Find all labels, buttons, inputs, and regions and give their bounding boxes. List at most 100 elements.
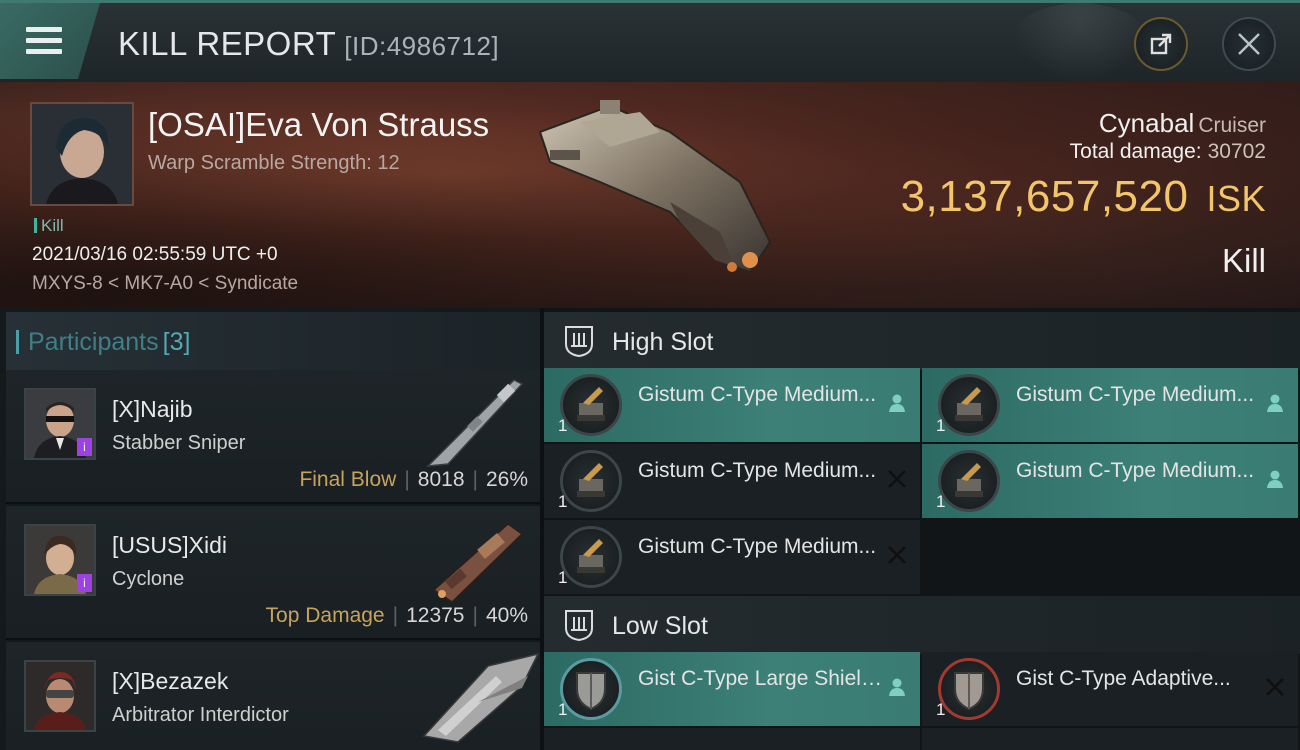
faction-badge-icon: i [77,574,92,592]
total-damage-label: Total damage: [1069,140,1202,163]
participant-stats: Top Damage | 12375 | 40% [266,604,528,628]
destroyed-icon [888,546,906,564]
participant-ship: Stabber Sniper [112,432,246,454]
participant-row[interactable]: i [X]Najib Stabber Sniper Final Blow | 801… [6,370,540,504]
victim-ship-icon [538,100,772,274]
module-slot[interactable]: 1 Gistum C-Type Medium... [544,444,920,518]
participants-title: Participants [3] [15,328,191,357]
participant-row[interactable]: [X]Bezazek Arbitrator Interdictor [6,642,540,750]
title-text: KILL REPORT [118,25,337,62]
victim-name: [OSAI]Eva Von Strauss [148,106,490,143]
participant-name: [X]Bezazek [112,668,229,694]
participant-stats: Final Blow | 8018 | 26% [299,468,528,492]
divider: | [472,604,478,627]
menu-button[interactable] [0,3,100,79]
high-slot-label: High Slot [612,328,714,356]
avatar[interactable] [24,660,96,732]
kill-location: MXYS-8 < MK7-A0 < Syndicate [32,273,299,294]
module-name: Gistum C-Type Medium... [1016,459,1255,482]
shield-module-icon [560,658,622,720]
ship-name: Cynabal [1098,108,1195,138]
participant-percent: 40% [485,604,528,627]
final-blow-tag: Final Blow [299,468,397,491]
module-slot[interactable]: 1 Gistum C-Type Medium... [922,444,1298,518]
module-slot[interactable] [544,728,920,750]
fitting-panel: High Slot 1 Gistum C-Type Medium... 1 Gi… [544,308,1300,750]
divider: | [472,468,478,491]
ship-icon [422,652,540,743]
high-slot-header: High Slot [544,312,1300,370]
isk-unit: ISK [1206,178,1266,219]
destroyed-icon [1266,678,1284,696]
avatar[interactable]: i [24,524,96,596]
module-slot[interactable]: 1 Gist C-Type Large Shield... [544,652,920,726]
module-slot[interactable]: 1 Gistum C-Type Medium... [544,520,920,594]
adaptive-module-icon [938,658,1000,720]
isk-value: 3,137,657,520 ISK [901,172,1266,222]
turret-module-icon [560,450,622,512]
module-quantity: 1 [936,700,946,719]
module-name: Gistum C-Type Medium... [638,383,877,406]
user-icon [889,394,905,412]
module-quantity: 1 [558,416,568,435]
low-slot-label: Low Slot [612,612,708,640]
ship-class: Cruiser [1198,114,1266,137]
module-name: Gist C-Type Adaptive... [1016,667,1231,690]
divider: | [392,604,399,627]
module-slot[interactable]: 1 Gistum C-Type Medium... [544,368,920,442]
result-label: Kill [1221,242,1266,279]
kill-tag: Kill [34,216,64,236]
participant-row[interactable]: i [USUS]Xidi Cyclone Top Damage | 12375 | 40… [6,506,540,640]
faction-badge-icon: i [77,438,92,456]
module-name: Gistum C-Type Medium... [1016,383,1255,406]
high-slot-icon [565,326,593,358]
module-slot[interactable]: 1 Gist C-Type Adaptive... [922,652,1298,726]
module-quantity: 1 [936,416,946,435]
low-slot-icon [565,610,593,642]
close-icon [1238,33,1260,55]
module-slot[interactable] [922,728,1298,750]
destroyed-icon [888,470,906,488]
participants-panel: Participants [3] i [X]Najib Stabber Snipe… [0,308,540,750]
module-quantity: 1 [558,492,568,511]
participant-name: [USUS]Xidi [112,532,228,558]
module-quantity: 1 [558,568,568,587]
participant-ship: Cyclone [112,568,185,590]
share-icon [1150,33,1172,55]
module-quantity: 1 [558,700,568,719]
module-slot[interactable]: 1 Gistum C-Type Medium... [922,368,1298,442]
avatar[interactable]: i [24,388,96,460]
low-slot-header: Low Slot [544,596,1300,654]
participant-damage: 12375 [406,604,465,627]
victim-portrait[interactable] [30,102,134,206]
participant-ship: Arbitrator Interdictor [112,704,289,726]
turret-module-icon [560,374,622,436]
ship-icon [425,379,524,467]
top-damage-tag: Top Damage [265,604,385,627]
participant-damage: 8018 [417,468,465,491]
turret-module-icon [560,526,622,588]
share-button[interactable] [1134,17,1188,71]
isk-amount: 3,137,657,520 [900,172,1189,221]
module-name: Gistum C-Type Medium... [638,535,877,558]
victim-ship: Cynabal Cruiser [1099,108,1266,139]
module-quantity: 1 [936,492,946,511]
module-name: Gistum C-Type Medium... [638,459,877,482]
user-icon [889,678,905,696]
participant-percent: 26% [485,468,528,491]
page-title: KILL REPORT [ID:4986712] [118,25,499,63]
divider: | [404,468,410,491]
pilot-portrait-icon [26,662,94,730]
participant-name: [X]Najib [112,396,193,422]
total-damage: Total damage: 30702 [1070,140,1266,164]
participants-label: Participants [28,328,159,356]
planet-decoration [1010,3,1150,83]
participants-count: [3] [162,328,191,356]
total-damage-value: 30702 [1207,140,1266,163]
user-icon [1267,394,1283,412]
ship-icon [432,523,524,603]
kill-timestamp: 2021/03/16 02:55:59 UTC +0 [32,244,278,265]
kill-summary-banner: [OSAI]Eva Von Strauss Warp Scramble Stre… [0,82,1300,308]
top-bar: KILL REPORT [ID:4986712] [0,0,1300,83]
close-button[interactable] [1222,17,1276,71]
